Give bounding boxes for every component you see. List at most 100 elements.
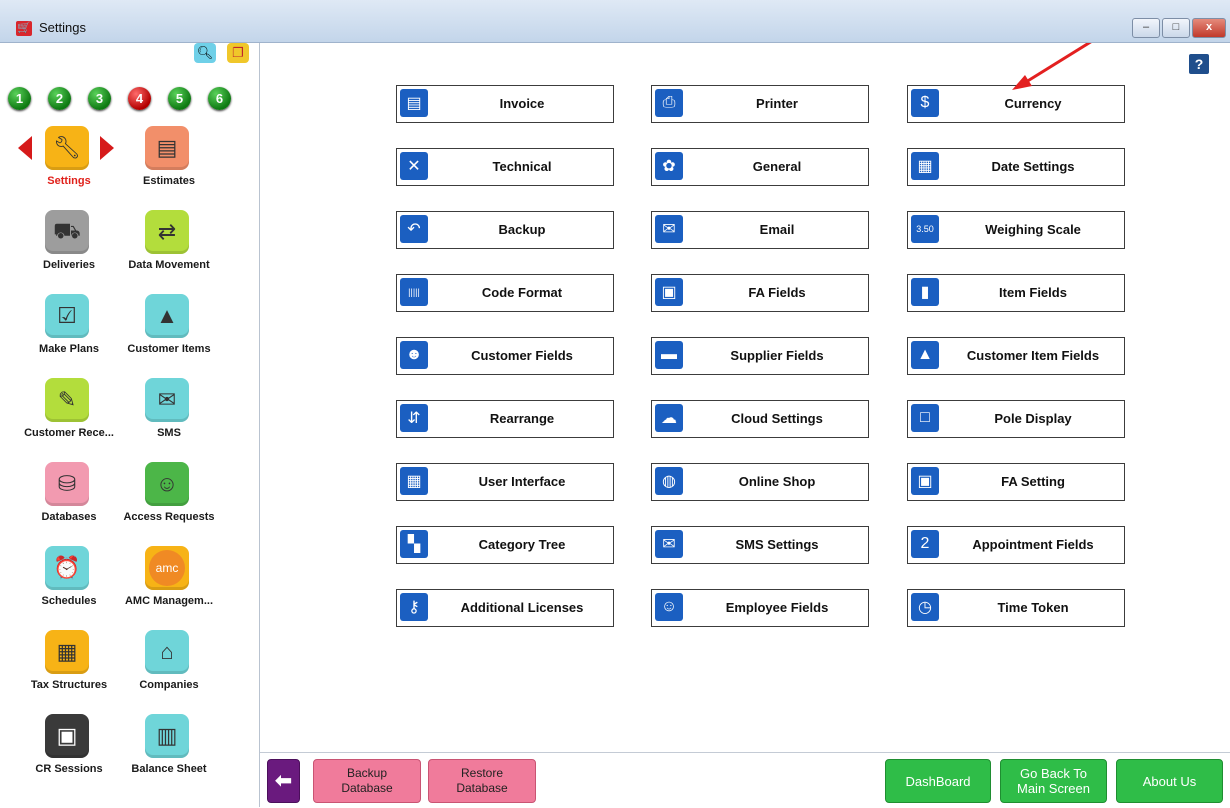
tree-icon: ▚ [400, 530, 428, 558]
tile-label: FA Setting [1001, 474, 1065, 489]
prev-arrow-icon[interactable] [18, 136, 32, 160]
nav-item-tax-structures[interactable]: ▦ Tax Structures [14, 630, 124, 710]
tile-rearrange[interactable]: ⇵ Rearrange [396, 400, 614, 438]
tile-customer-item-fields[interactable]: ▲ Customer Item Fields [907, 337, 1125, 375]
next-arrow-icon[interactable] [100, 136, 114, 160]
tile-additional-licenses[interactable]: ⚷ Additional Licenses [396, 589, 614, 627]
tile-backup[interactable]: ↶ Backup [396, 211, 614, 249]
nav-item-label: Estimates [143, 175, 195, 187]
tile-label: Weighing Scale [985, 222, 1081, 237]
nav-item-amc-managem[interactable]: amc AMC Managem... [114, 546, 224, 626]
tile-label: Appointment Fields [972, 537, 1094, 552]
search-button[interactable]: 🔍︎ [194, 43, 216, 63]
tile-weighing-scale[interactable]: 3.50 Weighing Scale [907, 211, 1125, 249]
alarm-clock-icon: ⏰ [45, 546, 89, 590]
page-button-1[interactable]: 1 [8, 87, 31, 110]
tile-time-token[interactable]: ◷ Time Token [907, 589, 1125, 627]
page-button-6[interactable]: 6 [208, 87, 231, 110]
nav-item-label: Data Movement [128, 259, 210, 271]
page-button-3[interactable]: 3 [88, 87, 111, 110]
shapes-icon: ▲ [145, 294, 189, 338]
nav-item-label: Schedules [41, 595, 97, 607]
tile-appointment-fields[interactable]: 2 Appointment Fields [907, 526, 1125, 564]
cloud-icon: ☁ [655, 404, 683, 432]
restore-database-button[interactable]: Restore Database [428, 759, 536, 803]
sms-icon: ✉ [655, 530, 683, 558]
database-icon: ⛁ [45, 462, 89, 506]
backup-database-button[interactable]: Backup Database [313, 759, 421, 803]
nav-item-customer-items[interactable]: ▲ Customer Items [114, 294, 224, 374]
nav-item-customer-rece[interactable]: ✎ Customer Rece... [14, 378, 124, 458]
nav-item-label: Databases [41, 511, 97, 523]
nav-item-sms[interactable]: ✉ SMS [114, 378, 224, 458]
nav-item-label: Customer Rece... [24, 427, 114, 439]
tile-category-tree[interactable]: ▚ Category Tree [396, 526, 614, 564]
windows-button[interactable]: ❐ [227, 43, 249, 63]
register-icon: ▣ [45, 714, 89, 758]
nav-item-access-requests[interactable]: ☺ Access Requests [114, 462, 224, 542]
house-icon: ⌂ [145, 630, 189, 674]
nav-item-label: Companies [139, 679, 199, 691]
tile-fa-fields[interactable]: ▣ FA Fields [651, 274, 869, 312]
page-button-2[interactable]: 2 [48, 87, 71, 110]
data-move-icon: ⇄ [145, 210, 189, 254]
tile-online-shop[interactable]: ◍ Online Shop [651, 463, 869, 501]
tile-sms-settings[interactable]: ✉ SMS Settings [651, 526, 869, 564]
nav-item-balance-sheet[interactable]: ▥ Balance Sheet [114, 714, 224, 794]
amc-icon: amc [145, 546, 189, 590]
tile-label: Item Fields [999, 285, 1067, 300]
tile-employee-fields[interactable]: ☺ Employee Fields [651, 589, 869, 627]
window-title: Settings [39, 20, 86, 35]
tile-code-format[interactable]: ||||| Code Format [396, 274, 614, 312]
title-bar: 🛒 Settings – □ x [0, 0, 1230, 43]
page-button-4[interactable]: 4 [128, 87, 151, 110]
nav-item-label: AMC Managem... [124, 595, 213, 607]
tile-label: Employee Fields [725, 600, 829, 615]
nav-item-label: Customer Items [127, 343, 211, 355]
wrench-icon: 🔧︎ [45, 126, 89, 170]
nav-item-label: Access Requests [123, 511, 215, 523]
minimize-button[interactable]: – [1132, 18, 1160, 38]
about-us-button[interactable]: About Us [1116, 759, 1223, 803]
dashboard-button[interactable]: DashBoard [885, 759, 991, 803]
nav-item-databases[interactable]: ⛁ Databases [14, 462, 124, 542]
tile-label: Email [759, 222, 795, 237]
tile-label: User Interface [478, 474, 566, 489]
tile-email[interactable]: ✉ Email [651, 211, 869, 249]
nav-item-data-movement[interactable]: ⇄ Data Movement [114, 210, 224, 290]
nav-item-deliveries[interactable]: ⛟ Deliveries [14, 210, 124, 290]
nav-item-make-plans[interactable]: ☑ Make Plans [14, 294, 124, 374]
tile-pole-display[interactable]: □ Pole Display [907, 400, 1125, 438]
tile-label: Additional Licenses [460, 600, 584, 615]
rearrange-icon: ⇵ [400, 404, 428, 432]
tile-user-interface[interactable]: ▦ User Interface [396, 463, 614, 501]
key-icon: ⚷ [400, 593, 428, 621]
nav-item-settings[interactable]: 🔧︎ Settings [14, 126, 124, 206]
backup-icon: ↶ [400, 215, 428, 243]
page-button-5[interactable]: 5 [168, 87, 191, 110]
tile-customer-fields[interactable]: ☻ Customer Fields [396, 337, 614, 375]
tile-supplier-fields[interactable]: ▬ Supplier Fields [651, 337, 869, 375]
receipt-icon: ✎ [45, 378, 89, 422]
tile-fa-setting[interactable]: ▣ FA Setting [907, 463, 1125, 501]
tile-item-fields[interactable]: ▮ Item Fields [907, 274, 1125, 312]
barcode-icon: ||||| [400, 278, 428, 306]
globe-icon: ◍ [655, 467, 683, 495]
checklist-icon: ☑ [45, 294, 89, 338]
nav-item-schedules[interactable]: ⏰ Schedules [14, 546, 124, 626]
employee-icon: ☺ [655, 593, 683, 621]
about-us-label: About Us [1142, 773, 1197, 789]
clock-icon: ◷ [911, 593, 939, 621]
nav-item-estimates[interactable]: ▤ Estimates [114, 126, 224, 206]
maximize-button[interactable]: □ [1162, 18, 1190, 38]
tile-cloud-settings[interactable]: ☁ Cloud Settings [651, 400, 869, 438]
back-arrow-button[interactable]: ⬅ [267, 759, 300, 803]
nav-item-cr-sessions[interactable]: ▣ CR Sessions [14, 714, 124, 794]
nav-item-companies[interactable]: ⌂ Companies [114, 630, 224, 710]
items-icon: ▮ [911, 278, 939, 306]
go-back-main-screen-button[interactable]: Go Back To Main Screen [1000, 759, 1107, 803]
close-button[interactable]: x [1192, 18, 1226, 38]
cart-icon: 🛒 [16, 21, 32, 36]
nav-item-label: Balance Sheet [131, 763, 207, 775]
tile-label: Backup [498, 222, 546, 237]
